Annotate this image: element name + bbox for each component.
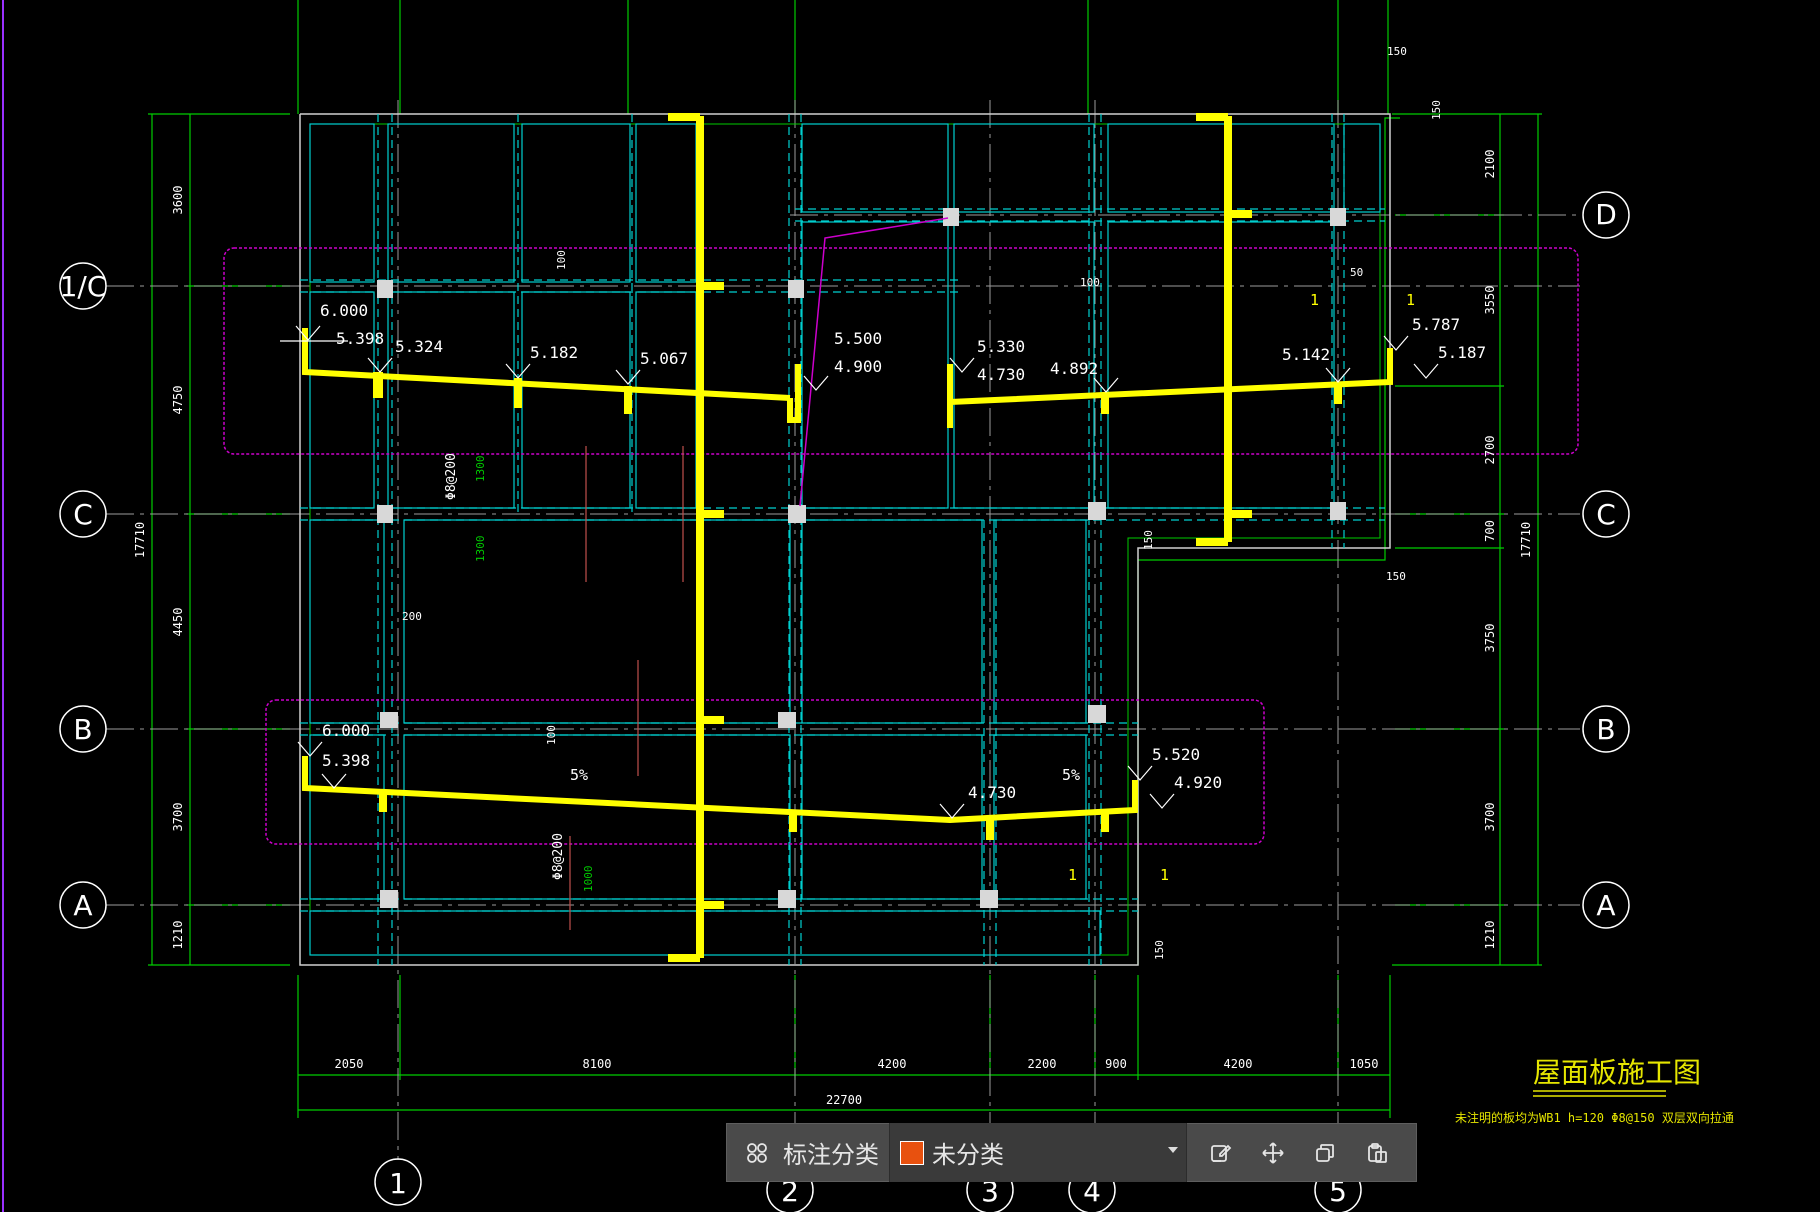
category-value: 未分类 bbox=[932, 1142, 1004, 1169]
dimension-text: 3700 bbox=[1483, 803, 1497, 832]
elevation-text: 4.920 bbox=[1174, 773, 1222, 792]
dimension-text: 1050 bbox=[1350, 1057, 1379, 1071]
chevron-down-icon bbox=[1168, 1147, 1178, 1153]
dimension-text: 700 bbox=[1483, 520, 1497, 542]
slope-text: 5% bbox=[1062, 766, 1080, 784]
dimension-text: 100 bbox=[545, 725, 558, 745]
elevation-text: 5.187 bbox=[1438, 343, 1486, 362]
dimension-text: 4200 bbox=[1224, 1057, 1253, 1071]
cad-drawing-canvas[interactable]: D1/CC CB BA A1 2 3 4 52050 8100 4200 2200 900 4200 10… bbox=[0, 0, 1820, 1212]
grid-label-1/C: 1/C bbox=[60, 270, 107, 303]
dimension-text: 100 bbox=[1080, 276, 1100, 289]
grid-label-C: C bbox=[1596, 498, 1616, 531]
elevation-text: 5.330 bbox=[977, 337, 1025, 356]
dimension-text: 150 bbox=[1387, 45, 1407, 58]
dimension-text: 150 bbox=[1430, 100, 1443, 120]
rebar-length: 1300 bbox=[474, 536, 487, 563]
drawing-note: 未注明的板均为WB1 h=120 Φ8@150 双层双向拉通 bbox=[1455, 1110, 1734, 1125]
dimension-total: 22700 bbox=[826, 1093, 862, 1107]
dimension-text: 50 bbox=[1350, 266, 1363, 279]
elevation-text: 4.900 bbox=[834, 357, 882, 376]
rebar-text: Φ8@200 bbox=[444, 453, 459, 500]
copy-icon[interactable] bbox=[1305, 1133, 1345, 1173]
rebar-lines bbox=[569, 446, 684, 930]
elevation-text: 5.520 bbox=[1152, 745, 1200, 764]
dimension-text: 2700 bbox=[1483, 436, 1497, 465]
grid-label-A: A bbox=[73, 889, 92, 922]
slab-mark: 1 bbox=[1310, 291, 1319, 309]
annotation-toolbar: 标注分类 未分类 bbox=[726, 1123, 1417, 1182]
elevation-text: 6.000 bbox=[320, 301, 368, 320]
elevation-text: 5.182 bbox=[530, 343, 578, 362]
section-lines bbox=[302, 113, 1393, 962]
slope-text: 5% bbox=[570, 766, 588, 784]
elevation-text: 4.730 bbox=[977, 365, 1025, 384]
elevation-text: 4.892 bbox=[1050, 359, 1098, 378]
elevation-text: 5.067 bbox=[640, 349, 688, 368]
dimension-text: 4200 bbox=[878, 1057, 907, 1071]
dimension-text: 150 bbox=[1386, 570, 1406, 583]
dimension-text: 2100 bbox=[1483, 150, 1497, 179]
elevation-text: 5.398 bbox=[322, 751, 370, 770]
dimension-text: 2200 bbox=[1028, 1057, 1057, 1071]
elevation-text: 5.142 bbox=[1282, 345, 1330, 364]
move-icon[interactable] bbox=[1253, 1133, 1293, 1173]
category-grid-icon[interactable] bbox=[737, 1133, 777, 1173]
dimension-text: 3750 bbox=[1483, 624, 1497, 653]
elevation-text: 5.324 bbox=[395, 337, 443, 356]
dimension-text: 4750 bbox=[171, 386, 185, 415]
slab-mark: 1 bbox=[1160, 866, 1169, 884]
elevation-text: 6.000 bbox=[322, 721, 370, 740]
dimension-text: 3550 bbox=[1483, 286, 1497, 315]
elevation-text: 5.398 bbox=[336, 329, 384, 348]
dimension-text: 3600 bbox=[171, 186, 185, 215]
grid-label-A: A bbox=[1596, 889, 1615, 922]
dimension-text: 100 bbox=[555, 250, 568, 270]
grid-label-C: C bbox=[73, 498, 93, 531]
drawing-title: 屋面板施工图 bbox=[1533, 1056, 1701, 1089]
grid-lines bbox=[106, 100, 1580, 1170]
dimension-text: 1210 bbox=[1483, 921, 1497, 950]
dimension-text: 150 bbox=[1142, 530, 1155, 550]
dimension-total: 17710 bbox=[1519, 522, 1533, 558]
dimension-text: 4450 bbox=[171, 608, 185, 637]
elevation-text: 5.787 bbox=[1412, 315, 1460, 334]
elevation-text: 5.500 bbox=[834, 329, 882, 348]
cad-text-layer: D1/CC CB BA A1 2 3 4 52050 8100 4200 2200 900 4200 10… bbox=[60, 45, 1734, 1208]
slab-mark: 1 bbox=[1406, 291, 1415, 309]
dimension-text: 150 bbox=[1153, 940, 1166, 960]
dimension-lines bbox=[148, 0, 1542, 1118]
category-color-swatch bbox=[900, 1140, 924, 1165]
rebar-text: Φ8@200 bbox=[551, 833, 566, 880]
dimension-text: 900 bbox=[1105, 1057, 1127, 1071]
edit-icon[interactable] bbox=[1201, 1133, 1241, 1173]
dimension-text: 200 bbox=[402, 610, 422, 623]
paste-icon[interactable] bbox=[1357, 1133, 1397, 1173]
grid-label-D: D bbox=[1595, 198, 1617, 231]
elevation-text: 4.730 bbox=[968, 783, 1016, 802]
rebar-length: 1000 bbox=[582, 866, 595, 893]
dimension-text: 1210 bbox=[171, 921, 185, 950]
slab-mark: 1 bbox=[1068, 866, 1077, 884]
dimension-text: 3700 bbox=[171, 803, 185, 832]
grid-label-1: 1 bbox=[389, 1167, 407, 1200]
category-select[interactable]: 未分类 bbox=[889, 1123, 1187, 1182]
dimension-text: 8100 bbox=[583, 1057, 612, 1071]
dimension-total: 17710 bbox=[133, 522, 147, 558]
dimension-text: 2050 bbox=[335, 1057, 364, 1071]
category-label: 标注分类 bbox=[783, 1142, 879, 1169]
rebar-length: 1300 bbox=[474, 456, 487, 483]
grid-label-B: B bbox=[73, 713, 92, 746]
grid-label-B: B bbox=[1596, 713, 1615, 746]
